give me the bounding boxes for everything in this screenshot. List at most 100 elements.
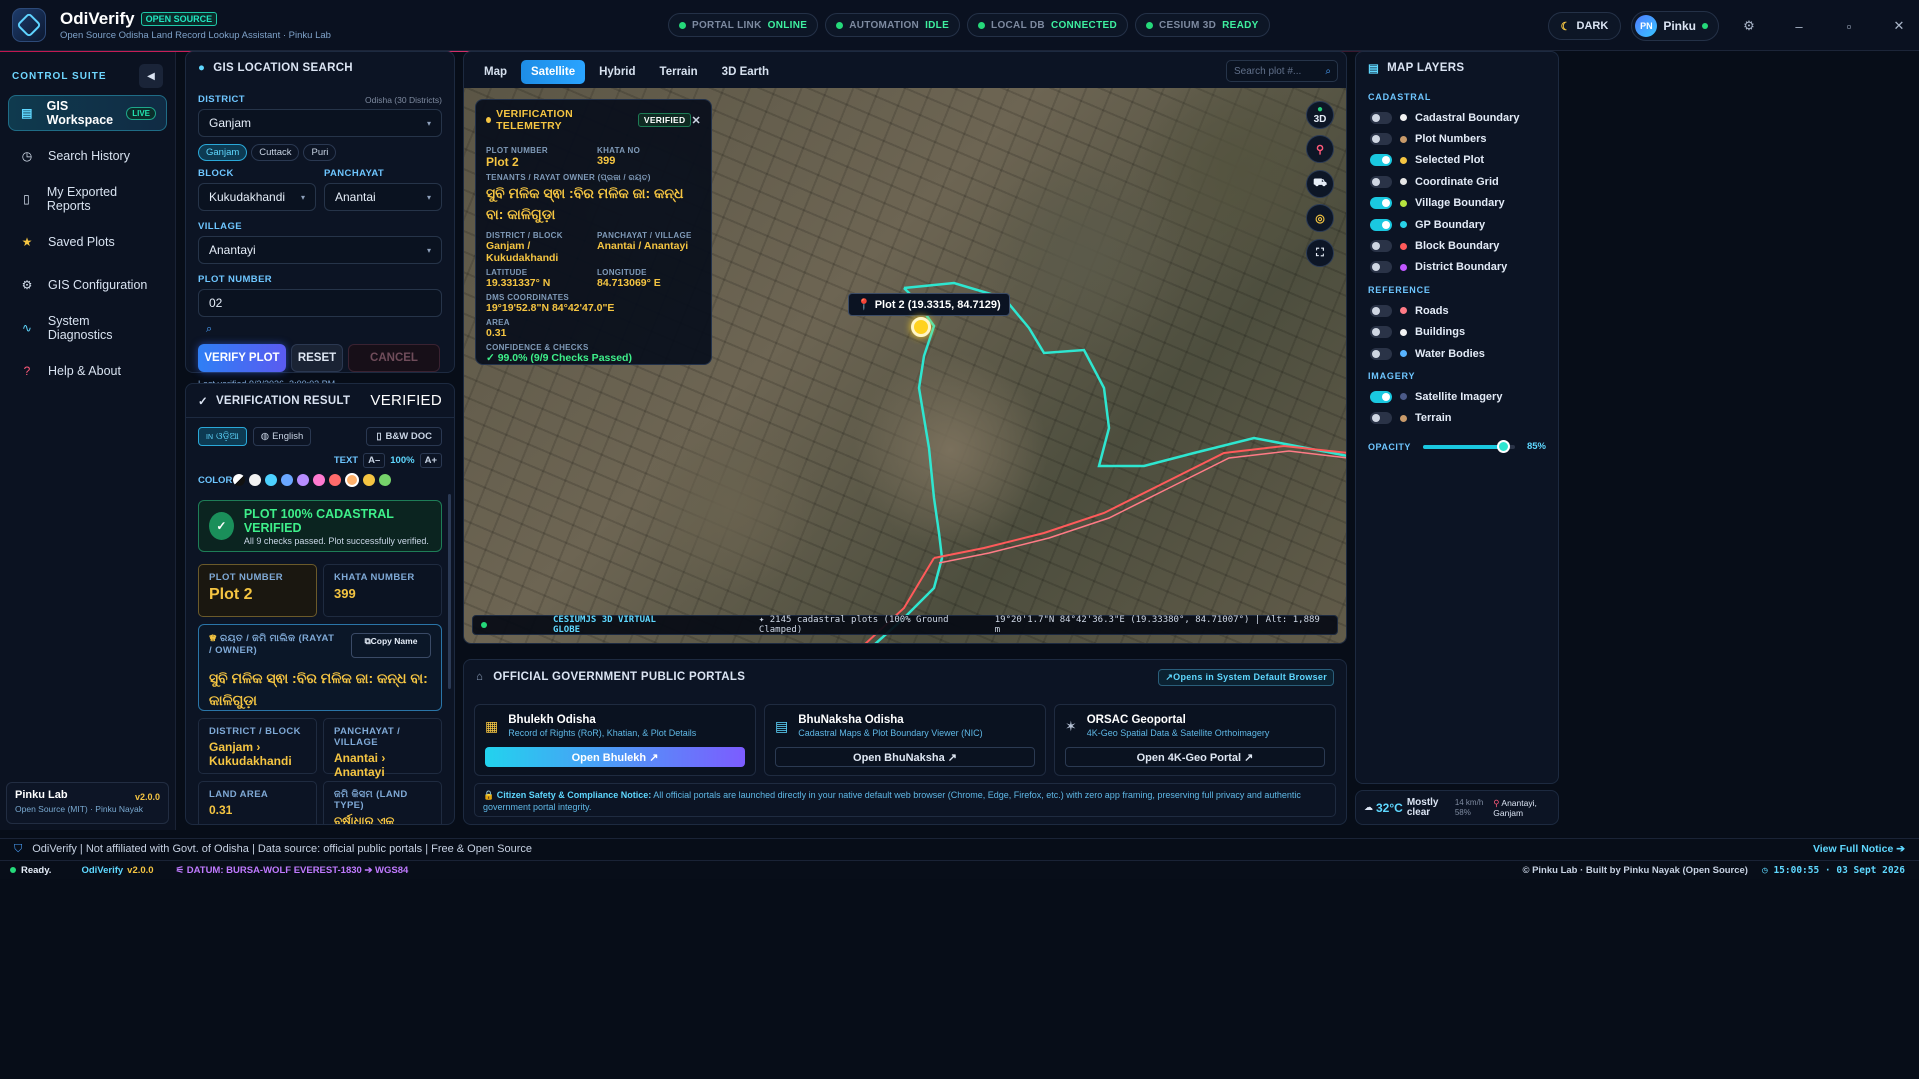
layer-toggle[interactable] — [1370, 304, 1392, 317]
sidebar-item-system-diagnostics[interactable]: ∿ System Diagnostics — [8, 310, 167, 346]
layer-toggle[interactable] — [1370, 412, 1392, 425]
layer-selected-plot[interactable]: Selected Plot — [1356, 150, 1558, 171]
layer-toggle[interactable] — [1370, 240, 1392, 253]
maximize-button[interactable]: ▫ — [1829, 19, 1869, 34]
tab-hybrid[interactable]: Hybrid — [589, 60, 645, 84]
plot-number-input[interactable]: 02 — [198, 289, 442, 317]
theme-toggle-button[interactable]: ☾ DARK — [1547, 12, 1622, 40]
avatar: PN — [1635, 15, 1658, 37]
selected-plot-marker[interactable] — [911, 317, 931, 337]
district-select[interactable]: Ganjam ▾ — [198, 109, 442, 137]
layer-toggle[interactable] — [1370, 111, 1392, 124]
tab-terrain[interactable]: Terrain — [650, 60, 708, 84]
swatch-white[interactable] — [249, 474, 261, 486]
verify-plot-button[interactable]: VERIFY PLOT — [198, 344, 286, 372]
location-pin-button[interactable]: ⚲ — [1306, 135, 1334, 163]
sidebar-item-exported-reports[interactable]: ▯ My Exported Reports — [8, 181, 167, 217]
layer-water-bodies[interactable]: Water Bodies — [1356, 343, 1558, 364]
quick-district-puri[interactable]: Puri — [303, 144, 337, 161]
open-geoportal-button[interactable]: Open 4K-Geo Portal ↗ — [1065, 747, 1325, 767]
tab-3d-earth[interactable]: 3D Earth — [712, 60, 779, 84]
compass-button[interactable]: ◎ — [1306, 204, 1334, 232]
swatch-red[interactable] — [329, 474, 341, 486]
cancel-button[interactable]: CANCEL — [348, 344, 440, 372]
swatch-violet[interactable] — [297, 474, 309, 486]
layer-gp-boundary[interactable]: GP Boundary — [1356, 214, 1558, 235]
layer-plot-numbers[interactable]: Plot Numbers — [1356, 128, 1558, 149]
search-magnifier-icon[interactable]: ⌕ — [206, 323, 442, 336]
layer-roads[interactable]: Roads — [1356, 300, 1558, 321]
opacity-slider[interactable] — [1422, 439, 1515, 453]
app-subtitle: Open Source Odisha Land Record Lookup As… — [60, 30, 331, 41]
sidebar-item-search-history[interactable]: ◷ Search History — [8, 138, 167, 174]
swatch-orange[interactable] — [345, 473, 359, 487]
panchayat-select[interactable]: Anantai ▾ — [324, 183, 442, 211]
village-select[interactable]: Anantayi ▾ — [198, 236, 442, 264]
bw-doc-button[interactable]: ▯ B&W DOC — [366, 427, 442, 446]
document-icon: ▯ — [23, 192, 30, 206]
swatch-yellow[interactable] — [363, 474, 375, 486]
vehicle-view-button[interactable]: ⛟ — [1306, 170, 1334, 198]
layer-terrain[interactable]: Terrain — [1356, 408, 1558, 429]
layer-block-boundary[interactable]: Block Boundary — [1356, 235, 1558, 256]
layer-toggle[interactable] — [1370, 175, 1392, 188]
layer-toggle[interactable] — [1370, 261, 1392, 274]
layer-toggle[interactable] — [1370, 154, 1392, 167]
quick-district-cuttack[interactable]: Cuttack — [251, 144, 300, 161]
swatch-green[interactable] — [379, 474, 391, 486]
reset-button[interactable]: RESET — [291, 344, 343, 372]
layer-toggle[interactable] — [1370, 390, 1392, 403]
sidebar-item-saved-plots[interactable]: ★ Saved Plots — [8, 224, 167, 260]
owner-name: ସୁବି ମଳିକ ସ୍ଵା :ବିର ମଳିକ ଜା: କନ୍ଧ ବା: କା… — [209, 670, 428, 708]
lang-english-button[interactable]: ◍ English — [252, 427, 312, 446]
settings-gear-icon[interactable]: ⚙ — [1729, 18, 1769, 34]
copy-name-button[interactable]: ⧉Copy Name — [351, 633, 431, 658]
layer-cadastral-boundary[interactable]: Cadastral Boundary — [1356, 107, 1558, 128]
open-bhunaksha-button[interactable]: Open BhuNaksha ↗ — [775, 747, 1035, 767]
layer-label: Coordinate Grid — [1415, 175, 1499, 188]
layer-village-boundary[interactable]: Village Boundary — [1356, 193, 1558, 214]
map-search-input[interactable]: Search plot #... ⌕ — [1226, 60, 1338, 82]
map-viewport[interactable]: Map Satellite Hybrid Terrain 3D Earth Se… — [463, 51, 1347, 644]
sidebar-item-gis-configuration[interactable]: ⚙ GIS Configuration — [8, 267, 167, 303]
layer-toggle[interactable] — [1370, 197, 1392, 210]
layer-district-boundary[interactable]: District Boundary — [1356, 257, 1558, 278]
3d-view-button[interactable]: ● 3D — [1306, 101, 1334, 129]
sidebar-item-gis-workspace[interactable]: ▤ GIS Workspace LIVE — [8, 95, 167, 131]
user-menu[interactable]: PN Pinku — [1631, 11, 1719, 41]
swatch-blue[interactable] — [281, 474, 293, 486]
text-increase-button[interactable]: A+ — [419, 453, 442, 468]
text-decrease-button[interactable]: A– — [363, 453, 386, 468]
swatch-cyan[interactable] — [265, 474, 277, 486]
close-telemetry-button[interactable]: ✕ — [691, 114, 701, 127]
tab-map[interactable]: Map — [474, 60, 517, 84]
lang-odia-button[interactable]: IN ଓଡ଼ିଆ — [198, 427, 247, 446]
quick-district-ganjam[interactable]: Ganjam — [198, 144, 248, 161]
globe-icon: ◍ — [260, 431, 270, 442]
minimize-button[interactable]: – — [1779, 19, 1819, 34]
layer-toggle[interactable] — [1370, 218, 1392, 231]
fullscreen-button[interactable]: ⛶ — [1306, 239, 1334, 267]
gp-boundary-line — [874, 287, 944, 643]
layer-satellite-imagery[interactable]: Satellite Imagery — [1356, 386, 1558, 407]
swatch-bw[interactable] — [233, 474, 245, 486]
verified-status: VERIFIED — [370, 392, 442, 409]
layer-toggle[interactable] — [1370, 326, 1392, 339]
sidebar-item-help-about[interactable]: ? Help & About — [8, 353, 167, 389]
tab-satellite[interactable]: Satellite — [521, 60, 586, 84]
block-select[interactable]: Kukudakhandi ▾ — [198, 183, 316, 211]
result-scrollbar[interactable] — [448, 494, 451, 689]
open-bhulekh-button[interactable]: Open Bhulekh ↗ — [485, 747, 745, 767]
swatch-pink[interactable] — [313, 474, 325, 486]
collapse-sidebar-button[interactable]: ◀ — [139, 64, 163, 88]
view-full-notice-link[interactable]: View Full Notice ➔ — [1813, 843, 1905, 855]
close-window-button[interactable]: ✕ — [1879, 18, 1919, 34]
layer-color-dot — [1400, 242, 1407, 250]
satellite-icon: ✶ — [1065, 717, 1077, 734]
layer-toggle[interactable] — [1370, 133, 1392, 146]
layer-color-dot — [1400, 328, 1407, 336]
layer-buildings[interactable]: Buildings — [1356, 322, 1558, 343]
layer-toggle[interactable] — [1370, 347, 1392, 360]
layer-label: Terrain — [1415, 412, 1452, 425]
layer-coordinate-grid[interactable]: Coordinate Grid — [1356, 171, 1558, 192]
